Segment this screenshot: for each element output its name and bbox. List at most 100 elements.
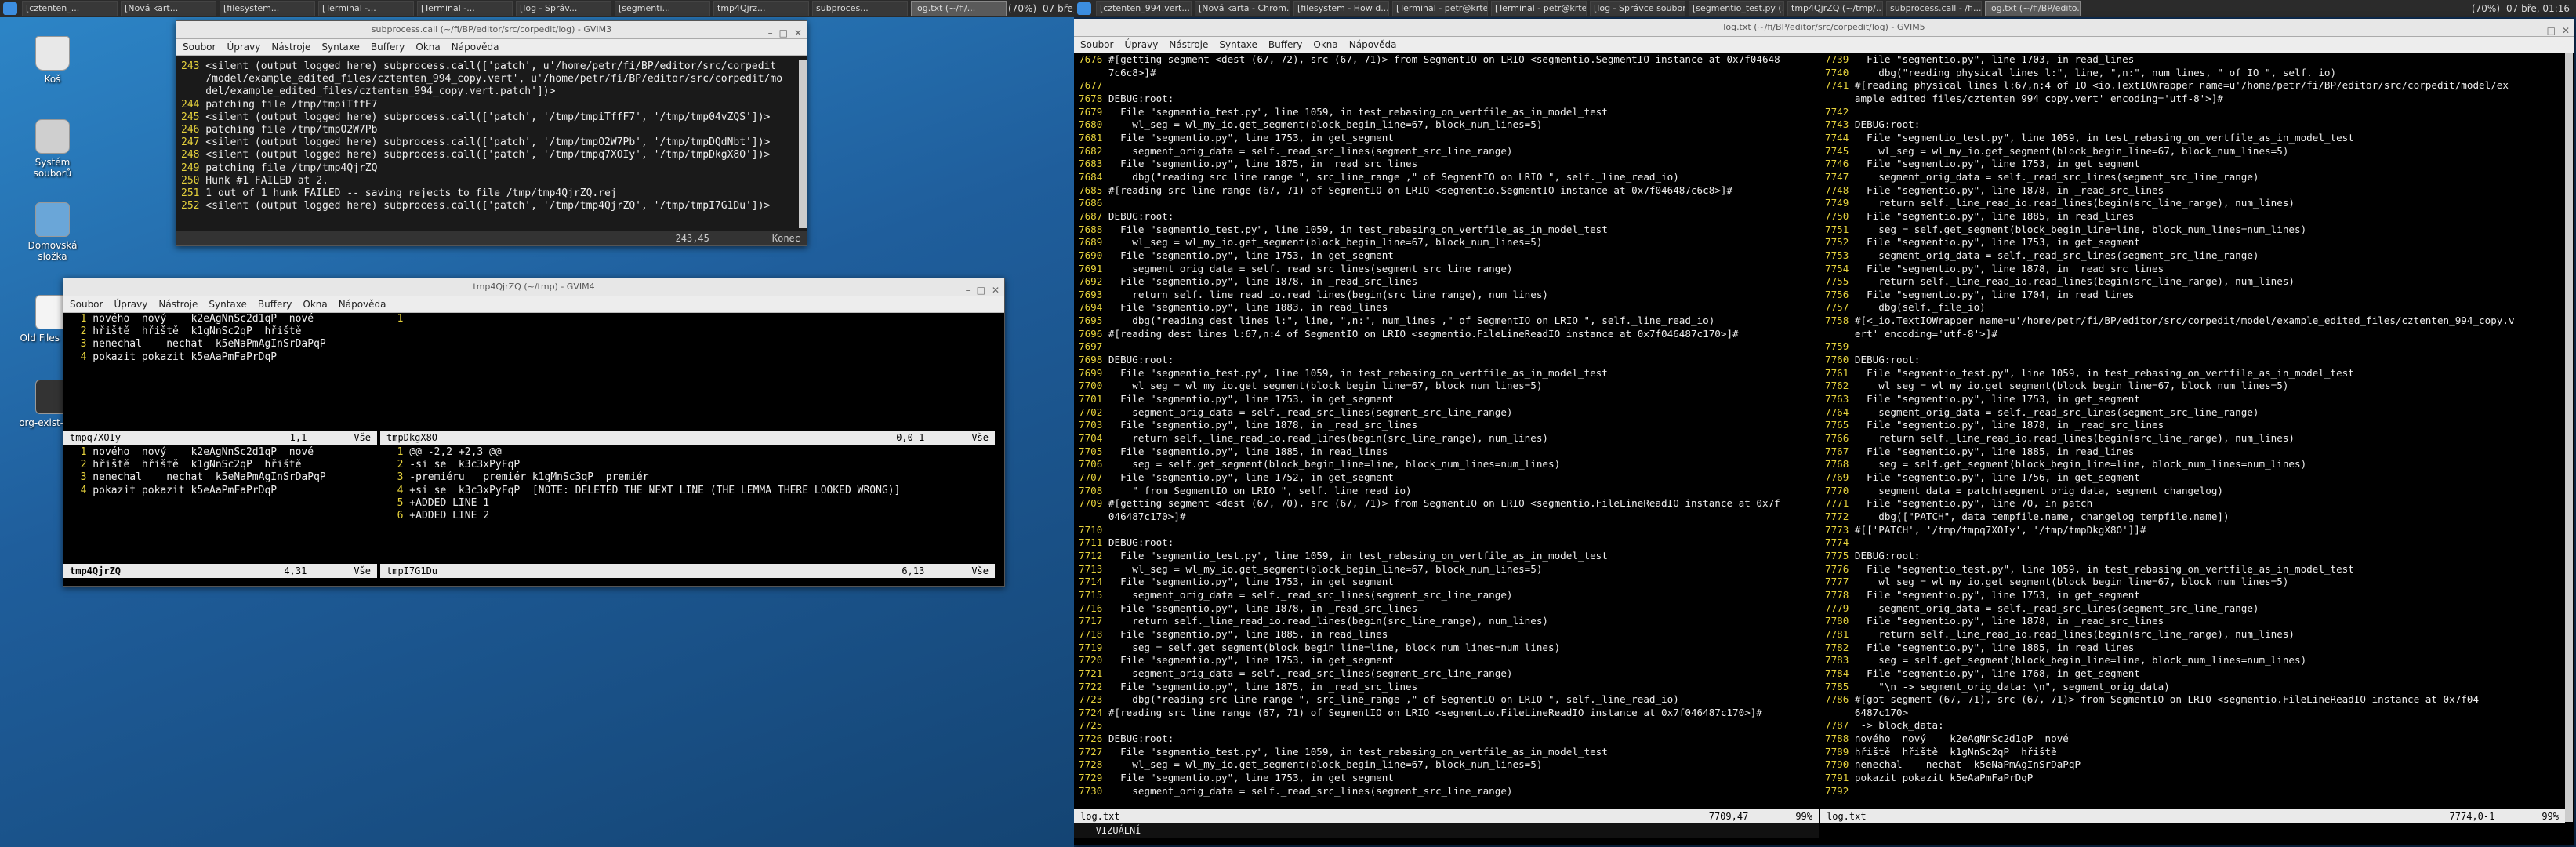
split-top-right[interactable]: 1 tmpDkgX8O 0,0-1 Vše — [380, 313, 995, 445]
line-number: 4 — [385, 484, 404, 496]
menu-item[interactable]: Úpravy — [114, 299, 147, 310]
taskbar-button[interactable]: subprocess.call - /fi... — [1886, 1, 1982, 16]
gvim-window-log[interactable]: log.txt (~/fi/BP/editor/src/corpedit/log… — [1074, 19, 2574, 845]
menu-item[interactable]: Nápověda — [339, 299, 386, 310]
minimize-icon[interactable]: – — [966, 282, 971, 299]
menu-item[interactable]: Úpravy — [1124, 39, 1158, 50]
taskbar-button[interactable]: [cztenten_... — [22, 1, 118, 16]
menu-item[interactable]: Nástroje — [158, 299, 198, 310]
line-content: +ADDED LINE 1 — [403, 496, 490, 509]
line-number — [1825, 328, 1849, 340]
gvim-window-tmp4QjrZQ[interactable]: tmp4QjrZQ (~/tmp) - GVIM4 – □ ✕ Soubor Úprav… — [63, 278, 1005, 587]
text-line: 7777 wl_seg = wl_my_io.get_segment(block… — [1825, 576, 2565, 589]
close-icon[interactable]: ✕ — [2562, 22, 2570, 39]
split-right[interactable]: 7739 File "segmentio.py", line 1703, in … — [1820, 53, 2565, 839]
text-line: 7713 wl_seg = wl_my_io.get_segment(block… — [1079, 563, 1819, 576]
line-content: seg = self.get_segment(block_begin_line=… — [1849, 223, 2307, 235]
line-content: DEBUG:root: — [1102, 536, 1174, 549]
text-line: ample_edited_files/cztenten_994_copy.ver… — [1825, 93, 2565, 106]
close-icon[interactable]: ✕ — [794, 24, 802, 42]
taskbar-button[interactable]: [filesystem - How d... — [1293, 1, 1389, 16]
taskbar-button[interactable]: [log - Správ... — [516, 1, 611, 16]
minimize-icon[interactable]: – — [2536, 22, 2541, 39]
taskbar-button[interactable]: tmp4Qjrz... — [713, 1, 809, 16]
menu-item[interactable]: Syntaxe — [209, 299, 247, 310]
text-line: 7748 File "segmentio.py", line 1878, in … — [1825, 184, 2565, 198]
taskbar-button[interactable]: [Nová karta - Chrom... — [1195, 1, 1290, 16]
gvim-window-subprocess[interactable]: subprocess.call (~/fi/BP/editor/src/corp… — [176, 20, 807, 246]
taskbar-button[interactable]: [Terminal - petr@krte... — [1392, 1, 1488, 16]
menu-item[interactable]: Buffery — [1268, 39, 1303, 50]
battery-indicator[interactable]: (70%) — [1008, 3, 1036, 14]
taskbar-button[interactable]: [log - Správce souborů] — [1590, 1, 1685, 16]
line-content: #[<_io.TextIOWrapper name=u'/home/petr/f… — [1849, 314, 2515, 327]
menu-item[interactable]: Soubor — [1080, 39, 1113, 50]
split-bottom-left[interactable]: 1 nového nový k2eAgNnSc2d1qP nové 2 hřiš… — [63, 446, 377, 578]
text-line: 7792 — [1825, 785, 2565, 798]
line-number: 7770 — [1825, 484, 1849, 496]
line-number: 7699 — [1079, 366, 1103, 379]
line-number: 7787 — [1825, 719, 1849, 732]
menu-item[interactable]: Úpravy — [227, 42, 260, 53]
taskbar-button[interactable]: [segmenti... — [615, 1, 710, 16]
line-content: File "segmentio.py", line 1883, in read_… — [1102, 301, 1388, 314]
taskbar-button[interactable]: [segmentio_test.py (... — [1689, 1, 1784, 16]
taskbar-button[interactable]: log.txt (~/fi/... — [911, 1, 1007, 16]
taskbar-button[interactable]: log.txt (~/fi/BP/edito... — [1985, 1, 2081, 16]
window-titlebar[interactable]: log.txt (~/fi/BP/editor/src/corpedit/log… — [1074, 19, 2574, 37]
line-number: 7678 — [1079, 92, 1103, 104]
window-titlebar[interactable]: subprocess.call (~/fi/BP/editor/src/corp… — [176, 21, 807, 39]
taskbar-button[interactable]: [Nová kart... — [121, 1, 216, 16]
line-number: 7762 — [1825, 380, 1849, 392]
maximize-icon[interactable]: □ — [977, 282, 985, 299]
taskbar-button[interactable]: [cztenten_994.vert... — [1096, 1, 1192, 16]
menu-item[interactable]: Nápověda — [1349, 39, 1397, 50]
cursor-position: 7709,47 — [1708, 811, 1749, 822]
desktop-icon[interactable]: Koš — [17, 36, 88, 85]
minimize-icon[interactable]: – — [768, 24, 773, 42]
line-content: DEBUG:root: — [1102, 354, 1174, 366]
app-menu-icon[interactable] — [1077, 2, 1091, 15]
clock[interactable]: 07 bře, 01:16 — [1043, 3, 1074, 14]
taskbar-button[interactable]: [Terminal - petr@krte... — [1491, 1, 1587, 16]
taskbar-button[interactable]: [Terminal -... — [417, 1, 513, 16]
menu-item[interactable]: Okna — [303, 299, 327, 310]
taskbar-button[interactable]: subproces... — [812, 1, 908, 16]
split-top-left[interactable]: 1 nového nový k2eAgNnSc2d1qP nové 2 hřiš… — [63, 313, 377, 445]
split-left[interactable]: 7676 #[getting segment <dest (67, 72), s… — [1074, 53, 1819, 839]
app-menu-icon[interactable] — [3, 2, 17, 15]
menu-item[interactable]: Buffery — [258, 299, 292, 310]
split-bottom-right[interactable]: 1 @@ -2,2 +2,3 @@ 2 -si se k3c3xPyFqP 3 … — [380, 446, 995, 578]
menu-item[interactable]: Nástroje — [1169, 39, 1208, 50]
battery-indicator[interactable]: (70%) — [2472, 3, 2500, 14]
menu-item[interactable]: Soubor — [183, 42, 216, 53]
line-number: 7705 — [1079, 445, 1103, 457]
maximize-icon[interactable]: □ — [2547, 22, 2556, 39]
menu-item[interactable]: Nástroje — [271, 42, 310, 53]
desktop-icon[interactable]: Domovská složka — [17, 202, 88, 262]
line-number: 7726 — [1079, 732, 1103, 745]
desktop-icon[interactable]: Systém souborů — [17, 119, 88, 179]
line-number: 248 — [181, 149, 200, 162]
maximize-icon[interactable]: □ — [779, 24, 788, 42]
scrollbar[interactable] — [799, 60, 807, 228]
line-number: 2 — [68, 325, 87, 338]
line-content: File "segmentio.py", line 1878, in _read… — [1849, 615, 2164, 627]
clock[interactable]: 07 bře, 01:16 — [2506, 3, 2570, 14]
menu-item[interactable]: Nápověda — [452, 42, 499, 53]
menu-item[interactable]: Buffery — [371, 42, 405, 53]
scrollbar[interactable] — [2565, 53, 2573, 822]
taskbar-button[interactable]: [filesystem... — [220, 1, 315, 16]
window-titlebar[interactable]: tmp4QjrZQ (~/tmp) - GVIM4 – □ ✕ — [63, 278, 1004, 296]
menu-item[interactable]: Soubor — [70, 299, 103, 310]
editor-buffer[interactable]: 243 <silent (output logged here) subproc… — [176, 56, 807, 220]
taskbar-button[interactable]: tmp4QjrZQ (~/tmp/... — [1787, 1, 1883, 16]
menu-item[interactable]: Okna — [415, 42, 440, 53]
menu-item[interactable]: Syntaxe — [1219, 39, 1257, 50]
line-number: 7679 — [1079, 105, 1103, 118]
menu-item[interactable]: Syntaxe — [321, 42, 360, 53]
close-icon[interactable]: ✕ — [992, 282, 1000, 299]
menu-item[interactable]: Okna — [1313, 39, 1337, 50]
taskbar-button[interactable]: [Terminal -... — [318, 1, 414, 16]
line-number: 7740 — [1825, 66, 1849, 78]
